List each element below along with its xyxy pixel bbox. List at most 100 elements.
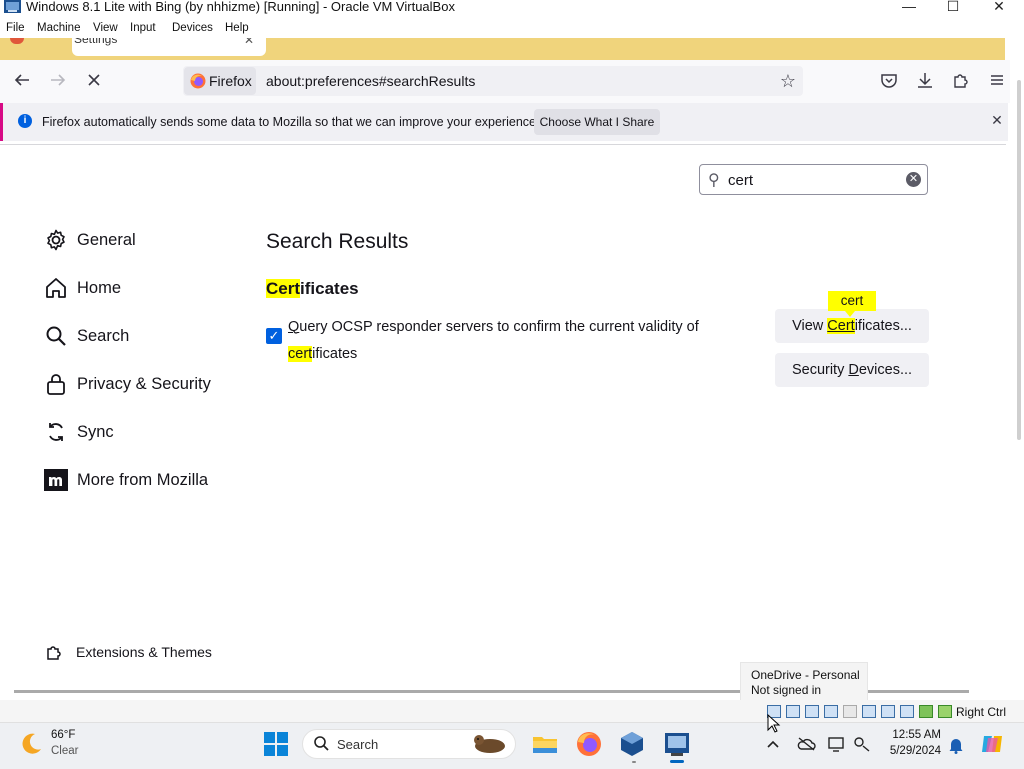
vbox-menu-help[interactable]: Help <box>225 22 249 34</box>
gear-icon <box>47 229 65 251</box>
vbox-menu-input[interactable]: Input <box>130 22 156 34</box>
clock-time[interactable]: 12:55 AM <box>889 729 941 741</box>
optical-drive-icon[interactable] <box>786 705 800 718</box>
search-icon: ⚲ <box>708 172 720 189</box>
category-label: Search <box>77 327 130 345</box>
search-tooltip-arrow <box>845 311 855 317</box>
stop-x-icon <box>88 74 100 86</box>
ocsp-checkbox-label[interactable]: Query OCSP responder servers to confirm … <box>288 314 738 368</box>
category-general[interactable]: General <box>44 226 224 258</box>
mouse-cursor-icon <box>767 714 781 733</box>
tab-settings[interactable]: Settings ✕ <box>72 38 266 56</box>
lock-icon <box>47 374 65 395</box>
network-icon[interactable] <box>824 705 838 718</box>
pocket-button[interactable] <box>874 64 904 96</box>
file-explorer-icon[interactable] <box>531 730 559 758</box>
access-key: D <box>848 362 859 378</box>
section-title-rest: ificates <box>300 279 359 298</box>
access-key: Q <box>288 319 300 335</box>
search-tooltip: cert <box>828 291 876 311</box>
search-icon <box>46 326 66 346</box>
chevron-up-icon[interactable] <box>766 737 780 754</box>
firefox-logo-icon <box>190 73 206 89</box>
notification-text: Firefox automatically sends some data to… <box>42 115 540 129</box>
puzzle-icon <box>954 74 968 88</box>
bell-icon[interactable] <box>948 736 964 758</box>
mouse-integration-icon[interactable] <box>938 705 952 718</box>
button-label-prefix: Security <box>791 362 849 378</box>
category-home[interactable]: Home <box>44 274 224 306</box>
stop-button[interactable] <box>79 64 109 96</box>
clock-date[interactable]: 5/29/2024 <box>885 745 941 757</box>
identity-label: Firefox <box>209 73 252 89</box>
bookmark-star-icon[interactable]: ☆ <box>776 68 800 94</box>
usb-icon[interactable] <box>843 705 857 718</box>
onedrive-offline-icon[interactable] <box>796 737 816 755</box>
search-highlight: cert <box>288 346 313 362</box>
window-maximize-button[interactable]: ☐ <box>933 0 973 14</box>
weather-condition[interactable]: Clear <box>51 745 78 757</box>
notification-close-icon[interactable]: ✕ <box>987 110 1007 130</box>
category-label: Sync <box>77 423 114 441</box>
audio-icon[interactable] <box>805 705 819 718</box>
pocket-icon <box>881 74 897 88</box>
vertical-scrollbar-thumb[interactable] <box>1017 80 1021 440</box>
recording-icon[interactable] <box>900 705 914 718</box>
onedrive-tooltip-line1: OneDrive - Personal <box>751 668 860 682</box>
vbox-menu-devices[interactable]: Devices <box>172 22 213 34</box>
extensions-themes-link[interactable]: Extensions & Themes <box>76 644 212 660</box>
window-minimize-button[interactable]: — <box>889 0 929 14</box>
search-highlight: Cert <box>266 279 301 298</box>
display-tray-icon[interactable] <box>828 736 846 756</box>
host-key-label: Right Ctrl <box>956 705 1007 719</box>
category-label: Home <box>77 279 122 297</box>
clear-search-icon[interactable]: ✕ <box>906 172 921 187</box>
arrow-left-icon <box>14 74 29 86</box>
ocsp-checkbox[interactable]: ✓ <box>266 328 282 344</box>
vbox-menu-view[interactable]: View <box>93 22 118 34</box>
puzzle-icon <box>47 646 61 660</box>
hamburger-menu-icon <box>991 75 1003 85</box>
virtualbox-icon[interactable] <box>618 730 646 758</box>
firefox-icon[interactable] <box>575 730 603 758</box>
choose-what-i-share-button[interactable]: Choose What I Share <box>534 109 660 135</box>
search-input-value[interactable]: cert <box>728 172 753 189</box>
window-close-button[interactable]: ✕ <box>979 0 1019 14</box>
category-search[interactable]: Search <box>44 322 224 354</box>
forward-button[interactable] <box>43 64 73 96</box>
ocsp-text-end: ificates <box>312 346 358 362</box>
display-icon[interactable] <box>881 705 895 718</box>
url-text[interactable]: about:preferences#searchResults <box>266 73 475 89</box>
shared-folders-icon[interactable] <box>862 705 876 718</box>
info-icon: i <box>18 114 32 128</box>
category-sync[interactable]: Sync <box>44 418 224 450</box>
network-tray-icon[interactable] <box>853 736 871 756</box>
vbox-menu-file[interactable]: File <box>6 22 25 34</box>
back-button[interactable] <box>7 64 37 96</box>
sync-icon <box>49 423 63 441</box>
tab-close-icon[interactable]: ✕ <box>244 38 254 47</box>
vbox-window-title: Windows 8.1 Lite with Bing (by nhhizme) … <box>26 0 455 14</box>
security-devices-button[interactable]: Security Devices... <box>775 353 929 387</box>
taskbar-active-indicator <box>670 760 684 763</box>
virtualbox-vm-icon[interactable] <box>663 730 691 758</box>
copilot-icon[interactable] <box>980 732 1006 756</box>
windows-start-icon[interactable] <box>264 732 288 756</box>
tab-settings-label: Settings <box>74 38 118 46</box>
category-more-from-mozilla[interactable]: More from Mozilla <box>44 466 224 498</box>
extensions-button[interactable] <box>946 64 976 96</box>
download-icon <box>918 73 932 88</box>
category-privacy-security[interactable]: Privacy & Security <box>44 370 224 402</box>
taskbar-running-indicator <box>632 761 636 763</box>
app-menu-button[interactable] <box>982 64 1012 96</box>
cpu-icon[interactable] <box>919 705 933 718</box>
vbox-menu-machine[interactable]: Machine <box>37 22 80 34</box>
weather-temperature[interactable]: 66°F <box>51 729 75 741</box>
search-highlight: Cert <box>827 318 855 334</box>
category-label: Privacy & Security <box>77 375 211 393</box>
downloads-button[interactable] <box>910 64 940 96</box>
section-title-certificates: Certificates <box>266 279 359 299</box>
arrow-right-icon <box>51 74 66 86</box>
otter-search-highlight-icon <box>474 735 505 753</box>
onedrive-tooltip: OneDrive - Personal Not signed in <box>740 662 868 702</box>
